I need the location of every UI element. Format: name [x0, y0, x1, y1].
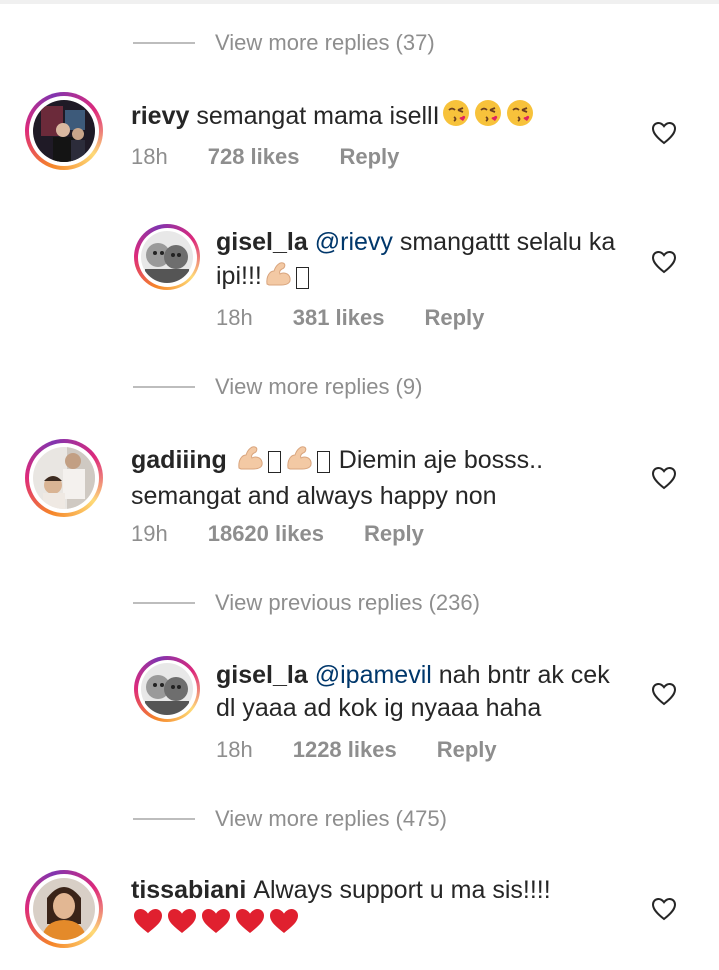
red-heart-emoji	[268, 907, 300, 944]
view-more-replies-label: View more replies (9)	[215, 374, 423, 399]
heart-icon[interactable]	[651, 250, 677, 274]
comment-text: gisel_la @rievy smangattt selalu ka ipi!!…	[216, 226, 626, 296]
comment-meta: 18h 1228 likes Reply	[216, 737, 537, 763]
view-more-replies-button[interactable]: View more replies (9)	[133, 372, 422, 402]
unsupported-glyph	[295, 266, 309, 289]
unsupported-glyph	[316, 450, 330, 473]
kissing-face-emoji	[505, 98, 535, 137]
comment-body-line2: semangat and always happy non	[131, 482, 497, 510]
heart-icon[interactable]	[651, 121, 677, 145]
likes-count[interactable]: 381 likes	[293, 305, 385, 331]
likes-count[interactable]: 728 likes	[208, 144, 300, 170]
avatar[interactable]	[134, 656, 200, 722]
heart-icon[interactable]	[651, 897, 677, 921]
avatar[interactable]	[25, 439, 103, 517]
avatar[interactable]	[134, 224, 200, 290]
flexed-biceps-emoji	[263, 259, 293, 296]
comment-username[interactable]: gisel_la	[216, 661, 308, 689]
comment-time: 19h	[131, 521, 168, 546]
comment-time: 18h	[216, 305, 253, 330]
comment-username[interactable]: tissabiani	[131, 876, 246, 904]
kissing-face-emoji	[473, 98, 503, 137]
comment-body: Always support u ma sis!!!!	[253, 876, 551, 904]
heart-icon[interactable]	[651, 466, 677, 490]
view-more-replies-label: View more replies (37)	[215, 30, 435, 55]
comment-time: 18h	[216, 737, 253, 762]
likes-count[interactable]: 18620 likes	[208, 521, 324, 547]
comment-meta: 18h 381 likes Reply	[216, 305, 524, 331]
comment-username[interactable]: rievy	[131, 102, 189, 130]
reply-button[interactable]: Reply	[424, 305, 484, 331]
likes-count[interactable]: 1228 likes	[293, 737, 397, 763]
comment-meta: 19h 18620 likes Reply	[131, 521, 464, 547]
reply-button[interactable]: Reply	[437, 737, 497, 763]
reply-button[interactable]: Reply	[364, 521, 424, 547]
view-more-replies-button[interactable]: View more replies (475)	[133, 804, 447, 834]
unsupported-glyph	[267, 450, 281, 473]
kissing-face-emoji	[441, 98, 471, 137]
mention-link[interactable]: @ipamevil	[315, 661, 432, 689]
comment-time: 18h	[131, 144, 168, 169]
comment-username[interactable]: gadiiing	[131, 446, 227, 474]
red-heart-emoji	[200, 907, 232, 944]
view-previous-replies-button[interactable]: View previous replies (236)	[133, 588, 480, 618]
view-more-replies-button[interactable]: View more replies (37)	[133, 28, 435, 58]
divider-dash	[133, 386, 195, 388]
comment-body: Diemin aje bosss..	[338, 446, 544, 475]
comment-text: gadiiing Diemin aje bosss.. semangat and…	[131, 443, 601, 513]
reply-button[interactable]: Reply	[339, 144, 399, 170]
comment-text: tissabiani Always support u ma sis!!!!	[131, 874, 611, 944]
divider-dash	[133, 818, 195, 820]
flexed-biceps-emoji	[284, 443, 314, 480]
red-heart-emoji	[166, 907, 198, 944]
comment-text: rievy semangat mama isellI	[131, 98, 581, 137]
comment-meta: 18h 728 likes Reply	[131, 144, 439, 170]
divider-dash	[133, 602, 195, 604]
view-more-replies-label: View more replies (475)	[215, 806, 447, 831]
divider-dash	[133, 42, 195, 44]
top-divider	[0, 0, 719, 4]
mention-link[interactable]: @rievy	[315, 228, 393, 256]
comment-body: semangat mama isellI	[196, 102, 440, 131]
red-heart-emoji	[234, 907, 266, 944]
red-heart-emoji	[132, 907, 164, 944]
heart-icon[interactable]	[651, 682, 677, 706]
flexed-biceps-emoji	[235, 443, 265, 480]
avatar[interactable]	[25, 870, 103, 948]
view-previous-replies-label: View previous replies (236)	[215, 590, 480, 615]
avatar[interactable]	[25, 92, 103, 170]
comment-username[interactable]: gisel_la	[216, 228, 308, 256]
comment-text: gisel_la @ipamevil nah bntr ak cek dl yaa…	[216, 659, 631, 725]
